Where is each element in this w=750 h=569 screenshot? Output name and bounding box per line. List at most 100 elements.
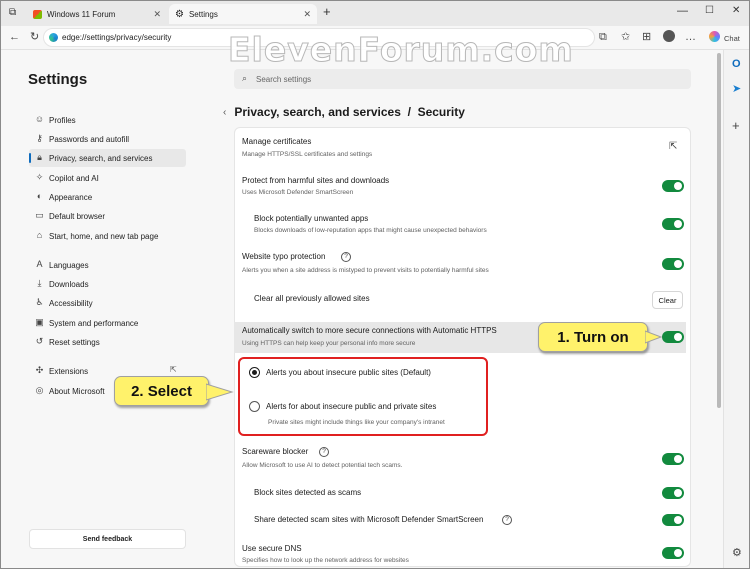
- sidebar-item-downloads[interactable]: ⤓ Downloads: [29, 275, 186, 293]
- tab-windows11-forum[interactable]: Windows 11 Forum ✕: [27, 4, 167, 24]
- callout-arrow-right-icon: [206, 383, 234, 401]
- scareware-toggle[interactable]: [662, 453, 684, 465]
- clear-button[interactable]: Clear: [652, 291, 683, 309]
- sidebar-item-label: Appearance: [49, 192, 93, 202]
- breadcrumb: ‹ Privacy, search, and services / Securi…: [223, 105, 465, 119]
- refresh-icon[interactable]: ↻: [30, 31, 39, 43]
- smartscreen-toggle[interactable]: [662, 180, 684, 192]
- more-icon[interactable]: …: [685, 31, 696, 43]
- add-icon[interactable]: +: [732, 118, 740, 133]
- lock-icon: 🔒︎: [37, 152, 42, 162]
- block-scams-toggle[interactable]: [662, 487, 684, 499]
- close-tab-icon[interactable]: ✕: [153, 9, 161, 20]
- row-title: Manage certificates: [242, 137, 312, 146]
- secure-dns-toggle[interactable]: [662, 547, 684, 559]
- accessibility-icon: ♿︎: [35, 297, 44, 307]
- languages-icon: A: [36, 259, 43, 269]
- browser-window: ⧉ Windows 11 Forum ✕ ⚙ Settings ✕ + — ☐ …: [0, 0, 750, 569]
- sidebar-item-label: Privacy, search, and services: [49, 153, 153, 163]
- block-pua-toggle[interactable]: [662, 218, 684, 230]
- sidebar-item-start-home[interactable]: ⌂ Start, home, and new tab page: [29, 227, 186, 245]
- row-subtitle: Using HTTPS can help keep your personal …: [242, 340, 416, 347]
- browser-icon: ▭: [35, 210, 44, 220]
- sidebar-item-privacy[interactable]: 🔒︎ Privacy, search, and services: [29, 149, 186, 167]
- reset-icon: ↺: [35, 336, 44, 346]
- tab-strip: ⧉ Windows 11 Forum ✕ ⚙ Settings ✕ + — ☐ …: [1, 1, 749, 26]
- chevron-left-icon[interactable]: ‹: [223, 107, 226, 118]
- row-subtitle: Uses Microsoft Defender SmartScreen: [242, 189, 354, 196]
- sidebar-item-passwords[interactable]: ⚷ Passwords and autofill: [29, 130, 186, 148]
- send-icon[interactable]: ➤: [732, 82, 741, 95]
- appearance-icon: ◐: [36, 191, 43, 201]
- copilot-icon[interactable]: [709, 31, 720, 42]
- row-subtitle: Specifies how to look up the network add…: [242, 557, 409, 564]
- home-icon: ⌂: [36, 230, 43, 240]
- sidebar-item-label: About Microsoft: [49, 386, 105, 396]
- callout-select: 2. Select: [114, 376, 209, 406]
- sidebar-item-label: Accessibility: [49, 298, 93, 308]
- row-title: Protect from harmful sites and downloads: [242, 176, 390, 185]
- row-title: Automatically switch to more secure conn…: [242, 326, 497, 335]
- row-title: Use secure DNS: [242, 544, 302, 553]
- search-input[interactable]: ⌕ Search settings: [234, 69, 691, 89]
- right-sidebar: O ➤ + ⚙: [723, 50, 749, 568]
- maximize-icon[interactable]: ☐: [705, 5, 714, 16]
- sidebar-item-accessibility[interactable]: ♿︎ Accessibility: [29, 294, 186, 312]
- row-subtitle: Manage HTTPS/SSL certificates and settin…: [242, 151, 373, 158]
- address-text: edge://settings/privacy/security: [62, 33, 172, 42]
- watermark: ElevenForum.com: [228, 30, 574, 70]
- sidebar-item-copilot[interactable]: ✧ Copilot and AI: [29, 169, 186, 187]
- back-icon[interactable]: ←: [9, 31, 20, 43]
- sidebar-item-label: Languages: [49, 260, 89, 270]
- forum-favicon-icon: [33, 9, 42, 19]
- profile-avatar-icon[interactable]: [663, 30, 675, 42]
- help-icon[interactable]: ?: [502, 515, 512, 525]
- help-icon[interactable]: ?: [341, 252, 351, 262]
- sidebar-item-label: Reset settings: [49, 337, 100, 347]
- collections-icon[interactable]: ⊞: [642, 31, 651, 43]
- row-subtitle: Allow Microsoft to use AI to detect pote…: [242, 462, 403, 469]
- close-tab-icon[interactable]: ✕: [303, 9, 311, 20]
- outlook-icon[interactable]: O: [732, 58, 741, 70]
- sidebar-item-profiles[interactable]: ☺ Profiles: [29, 111, 186, 129]
- sidebar-item-label: Passwords and autofill: [49, 134, 130, 144]
- row-title: Share detected scam sites with Microsoft…: [254, 515, 484, 524]
- new-tab-button[interactable]: +: [323, 4, 331, 19]
- help-icon[interactable]: ?: [319, 447, 329, 457]
- chat-label[interactable]: Chat: [724, 33, 740, 45]
- external-link-icon: ⇱: [170, 365, 177, 374]
- sidebar-item-appearance[interactable]: ◐ Appearance: [29, 188, 186, 206]
- row-title: Clear all previously allowed sites: [254, 294, 370, 303]
- gear-icon[interactable]: ⚙: [732, 546, 742, 559]
- workspaces-icon[interactable]: ⧉: [9, 7, 16, 18]
- sidebar-item-reset[interactable]: ↺ Reset settings: [29, 333, 186, 351]
- row-title: Block potentially unwanted apps: [254, 214, 369, 223]
- row-title: Website typo protection: [242, 252, 326, 261]
- row-subtitle: Alerts you when a site address is mistyp…: [242, 267, 489, 274]
- automatic-https-toggle[interactable]: [662, 331, 684, 343]
- sidebar-item-label: Extensions: [49, 366, 89, 376]
- sidebar-item-label: Start, home, and new tab page: [49, 231, 159, 241]
- page-scrollbar[interactable]: [717, 53, 721, 408]
- edge-icon: ◎: [35, 385, 44, 395]
- page-title: Settings: [28, 71, 88, 88]
- send-feedback-button[interactable]: Send feedback: [29, 529, 186, 549]
- split-screen-icon[interactable]: ⧉: [599, 31, 607, 43]
- key-icon: ⚷: [36, 133, 43, 143]
- external-link-icon[interactable]: ⇱: [669, 141, 677, 152]
- sidebar-item-languages[interactable]: A Languages: [29, 256, 186, 274]
- profile-icon: ☺: [34, 114, 45, 124]
- select-highlight-box: [238, 357, 488, 436]
- sidebar-item-default-browser[interactable]: ▭ Default browser: [29, 207, 186, 225]
- close-window-icon[interactable]: ✕: [732, 5, 740, 16]
- favorites-icon[interactable]: ✩: [621, 31, 630, 43]
- typo-protection-toggle[interactable]: [662, 258, 684, 270]
- edge-logo-icon: [49, 33, 58, 42]
- tab-label: Windows 11 Forum: [47, 9, 116, 19]
- share-scams-toggle[interactable]: [662, 514, 684, 526]
- sidebar-item-system[interactable]: ▣ System and performance: [29, 314, 186, 332]
- tab-settings[interactable]: ⚙ Settings ✕: [169, 4, 317, 24]
- sidebar-item-label: Downloads: [49, 279, 89, 289]
- minimize-icon[interactable]: —: [677, 5, 688, 17]
- callout-turn-on: 1. Turn on: [538, 322, 648, 352]
